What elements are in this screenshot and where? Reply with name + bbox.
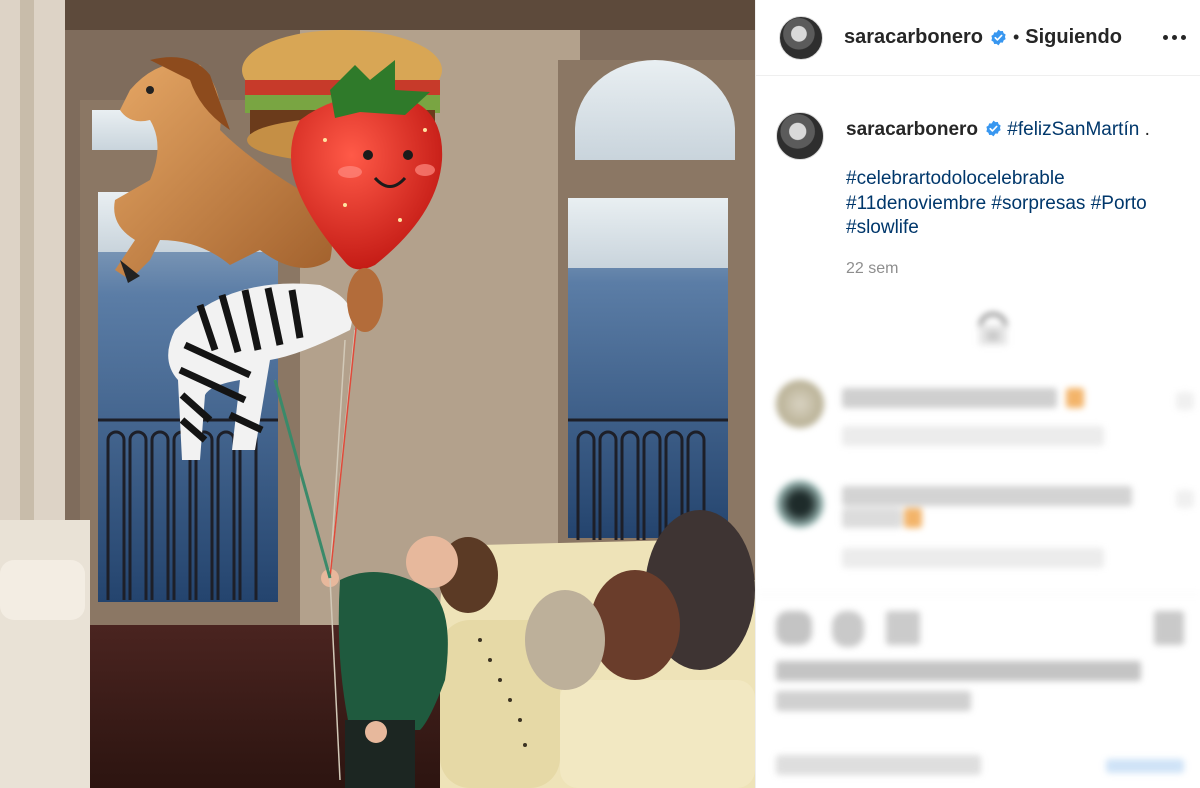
comment-item xyxy=(776,476,1196,576)
hashtag-link[interactable]: #11denoviembre xyxy=(846,193,986,214)
more-options-icon[interactable] xyxy=(1161,24,1187,50)
load-more-comments-icon[interactable] xyxy=(969,309,1017,349)
post-timestamp[interactable]: 22 sem xyxy=(846,257,1186,282)
comment-text-placeholder xyxy=(842,508,902,528)
verified-badge-icon xyxy=(991,29,1006,46)
likes-text-placeholder xyxy=(776,661,1141,681)
post-actions-section xyxy=(756,594,1200,788)
comment-text-placeholder xyxy=(1066,388,1084,408)
caption-text: saracarbonero #felizSanMartín . #celebra… xyxy=(846,118,1186,281)
comment-item xyxy=(776,378,1196,478)
comment-meta-placeholder xyxy=(842,426,1104,446)
caption-username-link[interactable]: saracarbonero xyxy=(846,119,978,140)
comment-icon[interactable] xyxy=(832,611,864,647)
hashtag-link[interactable]: #slowlife xyxy=(846,217,919,238)
author-avatar[interactable] xyxy=(779,15,823,60)
comment-text-placeholder xyxy=(842,388,1057,408)
like-comment-icon[interactable] xyxy=(1176,392,1194,410)
like-icon[interactable] xyxy=(776,611,812,645)
save-icon[interactable] xyxy=(1154,611,1184,645)
post-header: saracarbonero • Siguiendo xyxy=(756,0,1200,76)
author-username-link[interactable]: saracarbonero xyxy=(844,26,983,49)
share-icon[interactable] xyxy=(886,611,920,645)
comment-meta-placeholder xyxy=(842,548,1104,568)
commenter-avatar[interactable] xyxy=(776,380,824,428)
caption-verified-badge-icon xyxy=(986,120,1001,137)
comment-text-placeholder xyxy=(842,486,1132,506)
hashtag-link[interactable]: #celebrartodolocelebrable xyxy=(846,168,1065,189)
hashtag-link[interactable]: #sorpresas xyxy=(991,193,1085,214)
comment-input-placeholder[interactable] xyxy=(776,755,981,775)
photo-illustration xyxy=(0,0,755,788)
caption-punctuation: . xyxy=(1144,119,1150,140)
post-side-panel: saracarbonero • Siguiendo saracarbonero … xyxy=(755,0,1200,788)
post-comment-button[interactable] xyxy=(1106,759,1184,773)
comment-text-placeholder xyxy=(904,508,922,528)
likes-text-placeholder xyxy=(776,691,971,711)
post-photo[interactable] xyxy=(0,0,755,788)
following-button[interactable]: Siguiendo xyxy=(1025,26,1122,49)
caption-author-avatar[interactable] xyxy=(776,112,824,160)
header-separator: • xyxy=(1012,27,1020,47)
hashtag-link[interactable]: #Porto xyxy=(1091,193,1147,214)
commenter-avatar[interactable] xyxy=(776,480,824,528)
like-comment-icon[interactable] xyxy=(1176,490,1194,508)
hashtag-link[interactable]: #felizSanMartín xyxy=(1007,119,1139,140)
